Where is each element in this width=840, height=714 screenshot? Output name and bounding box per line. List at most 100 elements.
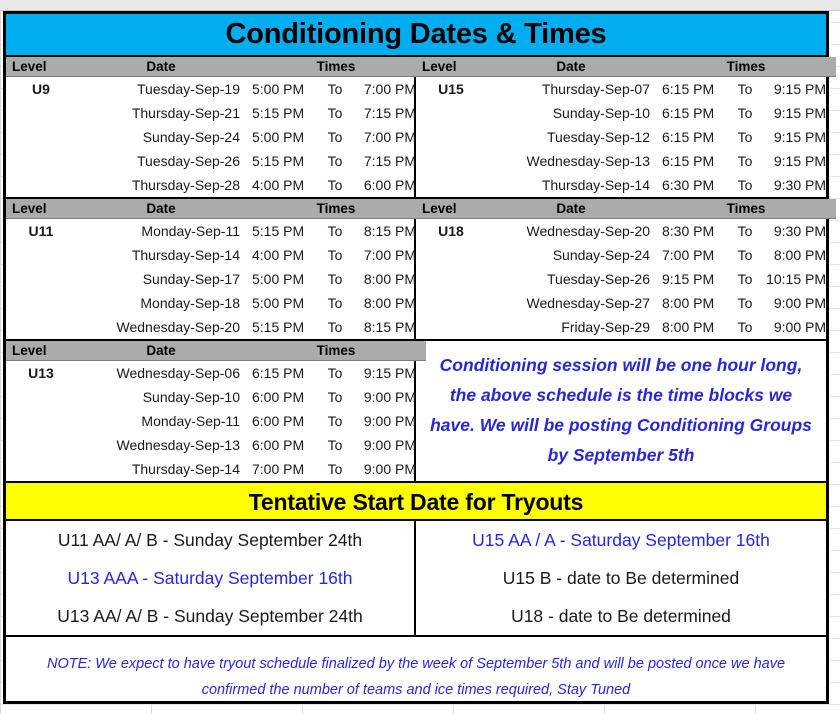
cell-level [6,291,76,315]
column-header-times: Times [656,57,837,77]
cell-to-label: To [737,177,753,193]
cell-start-time: 8:00 PM [662,295,715,311]
cell-start-time: 5:15 PM [252,153,305,169]
cell-start-time: 6:15 PM [252,365,305,381]
column-header-level: Level [6,199,76,219]
cell-start-time: 5:00 PM [252,271,305,287]
bottom-note-box: NOTE: We expect to have tryout schedule … [6,637,826,703]
table-header-row: Level Date Times [416,199,837,219]
spreadsheet-top-strip [0,0,840,11]
column-header-date: Date [76,199,246,219]
table-row: Thursday-Sep-14 6:30 PM To 9:30 PM [416,173,836,197]
cell-end-time: 9:30 PM [773,223,827,239]
cell-start-time: 5:15 PM [252,319,305,335]
cell-end-time: 7:15 PM [363,153,417,169]
cell-end-time: 9:30 PM [773,177,827,193]
cell-end-time: 9:00 PM [773,319,827,335]
table-header-row: Level Date Times [6,57,427,77]
cell-to-label: To [327,319,343,335]
tryout-entry-u13-aaa: U13 AAA - Saturday September 16th [67,568,353,588]
table-row: Wednesday-Sep-20 5:15 PM To 8:15 PM [6,315,426,339]
cell-start-time: 7:00 PM [662,247,715,263]
cell-to-label: To [327,81,343,97]
tryout-entry-u15-b: U15 B - date to Be determined [502,568,740,588]
column-header-times: Times [246,57,427,77]
cell-level [416,149,486,173]
table-row: Friday-Sep-29 8:00 PM To 9:00 PM [416,315,836,339]
cell-start-time: 8:00 PM [662,319,715,335]
schedule-table-u18: Level Date Times U18 Wednesday-Sep-20 8:… [416,199,837,339]
cell-end-time: 8:00 PM [363,271,417,287]
cell-start-time: 5:15 PM [252,105,305,121]
cell-date: Thursday-Sep-21 [131,105,240,121]
cell-level [6,457,76,481]
cell-to-label: To [737,271,753,287]
cell-end-time: 7:00 PM [363,247,417,263]
cell-end-time: 9:00 PM [773,295,827,311]
cell-end-time: 9:15 PM [773,81,827,97]
cell-to-label: To [737,295,753,311]
cell-to-label: To [327,105,343,121]
cell-date: Wednesday-Sep-06 [116,365,240,381]
cell-start-time: 4:00 PM [252,247,305,263]
schedule-column-right: Level Date Times U15 Thursday-Sep-07 6:1… [416,57,837,481]
cell-to-label: To [327,389,343,405]
schedule-block-u13: Level Date Times U13 Wednesday-Sep-06 6:… [6,339,427,481]
cell-date: Wednesday-Sep-13 [116,437,240,453]
cell-date: Wednesday-Sep-20 [116,319,240,335]
cell-date: Thursday-Sep-28 [131,177,240,193]
table-row: Monday-Sep-11 6:00 PM To 9:00 PM [6,409,426,433]
cell-date: Tuesday-Sep-12 [547,129,650,145]
cell-date: Monday-Sep-18 [140,295,240,311]
table-header-row: Level Date Times [6,341,427,361]
cell-level [416,315,486,339]
cell-level: U13 [28,365,54,381]
cell-to-label: To [737,319,753,335]
cell-level: U15 [438,81,464,97]
cell-start-time: 7:00 PM [252,461,305,477]
cell-date: Monday-Sep-11 [141,223,240,239]
cell-level [6,243,76,267]
conditioning-note-box: Conditioning session will be one hour lo… [416,339,826,479]
cell-level [6,315,76,339]
cell-date: Thursday-Sep-07 [541,81,650,97]
cell-start-time: 6:15 PM [662,81,715,97]
cell-to-label: To [327,413,343,429]
cell-start-time: 6:15 PM [662,153,715,169]
tryout-entry-u18: U18 - date to Be determined [511,606,731,626]
table-header-row: Level Date Times [6,199,427,219]
cell-end-time: 9:15 PM [363,365,417,381]
cell-end-time: 6:00 PM [363,177,417,193]
cell-start-time: 6:00 PM [252,437,305,453]
column-header-level: Level [416,199,486,219]
table-row: Tuesday-Sep-26 5:15 PM To 7:15 PM [6,149,426,173]
cell-end-time: 7:00 PM [363,129,417,145]
cell-start-time: 5:00 PM [252,295,305,311]
cell-to-label: To [737,153,753,169]
cell-start-time: 8:30 PM [662,223,715,239]
tryout-entry-u13: U13 AA/ A/ B - Sunday September 24th [57,606,363,626]
cell-level: U11 [28,223,54,239]
schedule-column-left: Level Date Times U9 Tuesday-Sep-19 5:00 … [6,57,427,481]
column-header-times: Times [246,341,427,361]
cell-end-time: 10:15 PM [766,271,827,287]
cell-level: U9 [32,81,50,97]
cell-date: Wednesday-Sep-27 [526,295,650,311]
cell-to-label: To [327,365,343,381]
cell-start-time: 6:00 PM [252,413,305,429]
column-header-date: Date [76,341,246,361]
cell-start-time: 6:00 PM [252,389,305,405]
cell-end-time: 8:15 PM [363,223,417,239]
cell-date: Sunday-Sep-24 [552,247,650,263]
cell-to-label: To [737,247,753,263]
tryout-entry-u11: U11 AA/ A/ B - Sunday September 24th [57,530,363,550]
cell-to-label: To [327,461,343,477]
table-row: Tuesday-Sep-26 9:15 PM To 10:15 PM [416,267,836,291]
cell-level [6,385,76,409]
cell-level [6,125,76,149]
cell-level [6,101,76,125]
cell-end-time: 7:00 PM [363,81,417,97]
table-row: Sunday-Sep-17 5:00 PM To 8:00 PM [6,267,426,291]
table-row: Sunday-Sep-24 7:00 PM To 8:00 PM [416,243,836,267]
table-row: Thursday-Sep-21 5:15 PM To 7:15 PM [6,101,426,125]
